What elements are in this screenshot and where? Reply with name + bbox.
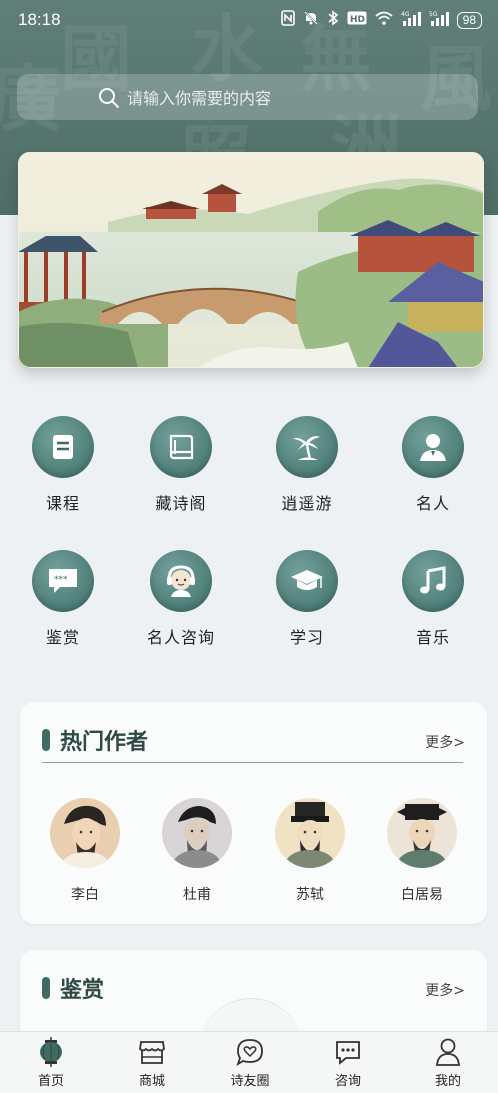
music-note-icon — [402, 550, 464, 612]
category-poetry-library[interactable]: 藏诗阁 — [126, 416, 236, 514]
status-bar: 18:18 HD 4G 5G 98 — [0, 0, 498, 40]
category-celebrity-consult[interactable]: 名人咨询 — [126, 550, 236, 648]
wifi-icon — [375, 11, 393, 29]
palm-tree-icon — [276, 416, 338, 478]
category-label: 名人咨询 — [146, 628, 215, 647]
nav-label: 商城 — [138, 1074, 165, 1089]
category-label: 音乐 — [415, 628, 450, 647]
category-travel[interactable]: 逍遥游 — [252, 416, 362, 514]
svg-text:4G: 4G — [401, 11, 410, 18]
author-name: 杜甫 — [183, 887, 211, 903]
nav-profile[interactable]: 我的 — [408, 1036, 488, 1089]
hot-authors-title: 热门作者 — [60, 730, 149, 755]
hd-icon: HD — [347, 11, 367, 29]
search-input[interactable]: 请输入你需要的内容 — [127, 85, 271, 109]
category-music[interactable]: 音乐 — [378, 550, 488, 648]
nav-home[interactable]: 首页 — [11, 1036, 91, 1089]
hot-authors-more-link[interactable]: 更多> — [425, 732, 465, 752]
document-icon — [32, 416, 94, 478]
person-icon — [402, 416, 464, 478]
graduation-cap-icon — [276, 550, 338, 612]
svg-text:5G: 5G — [429, 11, 438, 18]
category-label: 鉴赏 — [45, 628, 80, 647]
author-name: 白居易 — [401, 887, 443, 903]
search-icon — [97, 86, 121, 114]
author-name: 苏轼 — [296, 887, 324, 903]
title-accent-bar — [42, 729, 50, 751]
avatar — [387, 798, 457, 868]
section-title: 鉴赏 — [42, 972, 104, 1004]
signal-5g-icon: 5G — [429, 10, 449, 30]
nav-poetry-circle[interactable]: 诗友圈 — [210, 1036, 290, 1089]
heart-bubble-icon — [210, 1036, 290, 1068]
store-icon — [112, 1036, 192, 1068]
section-title: 热门作者 — [42, 724, 148, 756]
banner-image[interactable] — [18, 152, 484, 368]
status-time: 18:18 — [18, 10, 61, 29]
author-item[interactable]: 苏轼 — [265, 798, 355, 904]
category-study[interactable]: 学习 — [252, 550, 362, 648]
nfc-icon — [280, 10, 295, 30]
nav-label: 我的 — [434, 1074, 461, 1089]
category-course[interactable]: 课程 — [8, 416, 118, 514]
nav-consult[interactable]: 咨询 — [308, 1036, 388, 1089]
appreciation-more-link[interactable]: 更多> — [425, 980, 465, 1000]
bluetooth-icon — [327, 10, 339, 30]
status-icons: HD 4G 5G 98 — [280, 10, 482, 30]
signal-4g-icon: 4G — [401, 10, 421, 30]
user-icon — [408, 1036, 488, 1068]
author-item[interactable]: 李白 — [40, 798, 130, 904]
nav-label: 诗友圈 — [230, 1074, 270, 1089]
category-label: 逍遥游 — [281, 494, 333, 513]
author-name: 李白 — [71, 887, 99, 903]
svg-text:***: *** — [54, 575, 68, 585]
chat-icon — [308, 1036, 388, 1068]
hot-authors-card: 热门作者 更多> 李白 杜甫 苏轼 白居易 — [20, 702, 487, 924]
appreciation-title: 鉴赏 — [60, 978, 105, 1003]
category-label: 课程 — [45, 494, 80, 513]
author-item[interactable]: 白居易 — [377, 798, 467, 904]
avatar — [162, 798, 232, 868]
lantern-icon — [11, 1036, 91, 1068]
author-item[interactable]: 杜甫 — [152, 798, 242, 904]
category-celebrity[interactable]: 名人 — [378, 416, 488, 514]
title-accent-bar — [42, 977, 50, 999]
mute-icon — [303, 10, 319, 30]
section-divider — [42, 762, 463, 763]
book-icon — [150, 416, 212, 478]
nav-store[interactable]: 商城 — [112, 1036, 192, 1089]
battery-indicator: 98 — [456, 11, 482, 29]
category-label: 藏诗阁 — [155, 494, 207, 513]
nav-label: 咨询 — [334, 1074, 361, 1089]
category-appreciation[interactable]: *** 鉴赏 — [8, 550, 118, 648]
headset-avatar-icon — [150, 550, 212, 612]
avatar — [50, 798, 120, 868]
svg-text:HD: HD — [350, 15, 365, 25]
category-label: 学习 — [289, 628, 324, 647]
nav-label: 首页 — [37, 1074, 64, 1089]
rating-bubble-icon: *** — [32, 550, 94, 612]
search-bar[interactable]: 请输入你需要的内容 — [17, 74, 478, 120]
avatar — [275, 798, 345, 868]
category-label: 名人 — [415, 494, 450, 513]
